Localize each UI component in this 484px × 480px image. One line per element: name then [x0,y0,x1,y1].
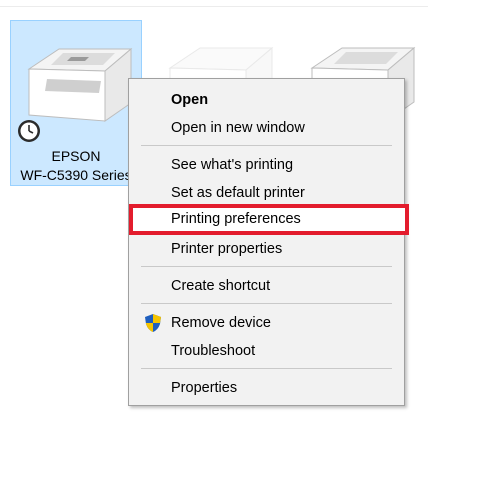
menu-separator [141,266,392,267]
menu-item-label: Open in new window [171,120,305,136]
menu-item-printing-preferences[interactable]: Printing preferences [129,204,409,235]
menu-item-troubleshoot[interactable]: Troubleshoot [131,338,402,364]
menu-separator [141,368,392,369]
menu-item-label: Printing preferences [171,211,301,227]
menu-item-remove-device[interactable]: Remove device [131,310,402,336]
context-menu: Open Open in new window See what's print… [128,78,409,406]
device-name-line2: WF-C5390 Series [20,167,132,183]
uac-shield-icon [145,314,161,332]
printer-icon [27,47,133,122]
menu-item-label: Open [171,92,209,108]
menu-item-label: Create shortcut [171,278,271,294]
menu-item-open-new-window[interactable]: Open in new window [131,115,402,141]
menu-separator [141,145,392,146]
menu-item-label: Remove device [171,315,271,331]
menu-item-open[interactable]: Open [131,87,402,113]
menu-item-label: Properties [171,380,238,396]
menu-item-label: Set as default printer [171,185,305,201]
device-name-line1: EPSON [51,148,101,164]
menu-separator [141,303,392,304]
menu-item-create-shortcut[interactable]: Create shortcut [131,273,402,299]
menu-item-properties[interactable]: Properties [131,375,402,401]
menu-item-label: Printer properties [171,241,283,257]
divider [0,6,428,7]
device-epson[interactable]: EPSON WF-C5390 Series [10,20,142,186]
menu-item-label: Troubleshoot [171,343,256,359]
menu-item-set-default[interactable]: Set as default printer [131,180,402,206]
menu-item-see-printing[interactable]: See what's printing [131,152,402,178]
clock-icon [18,120,40,142]
menu-item-label: See what's printing [171,157,294,173]
menu-item-printer-properties[interactable]: Printer properties [131,236,402,262]
